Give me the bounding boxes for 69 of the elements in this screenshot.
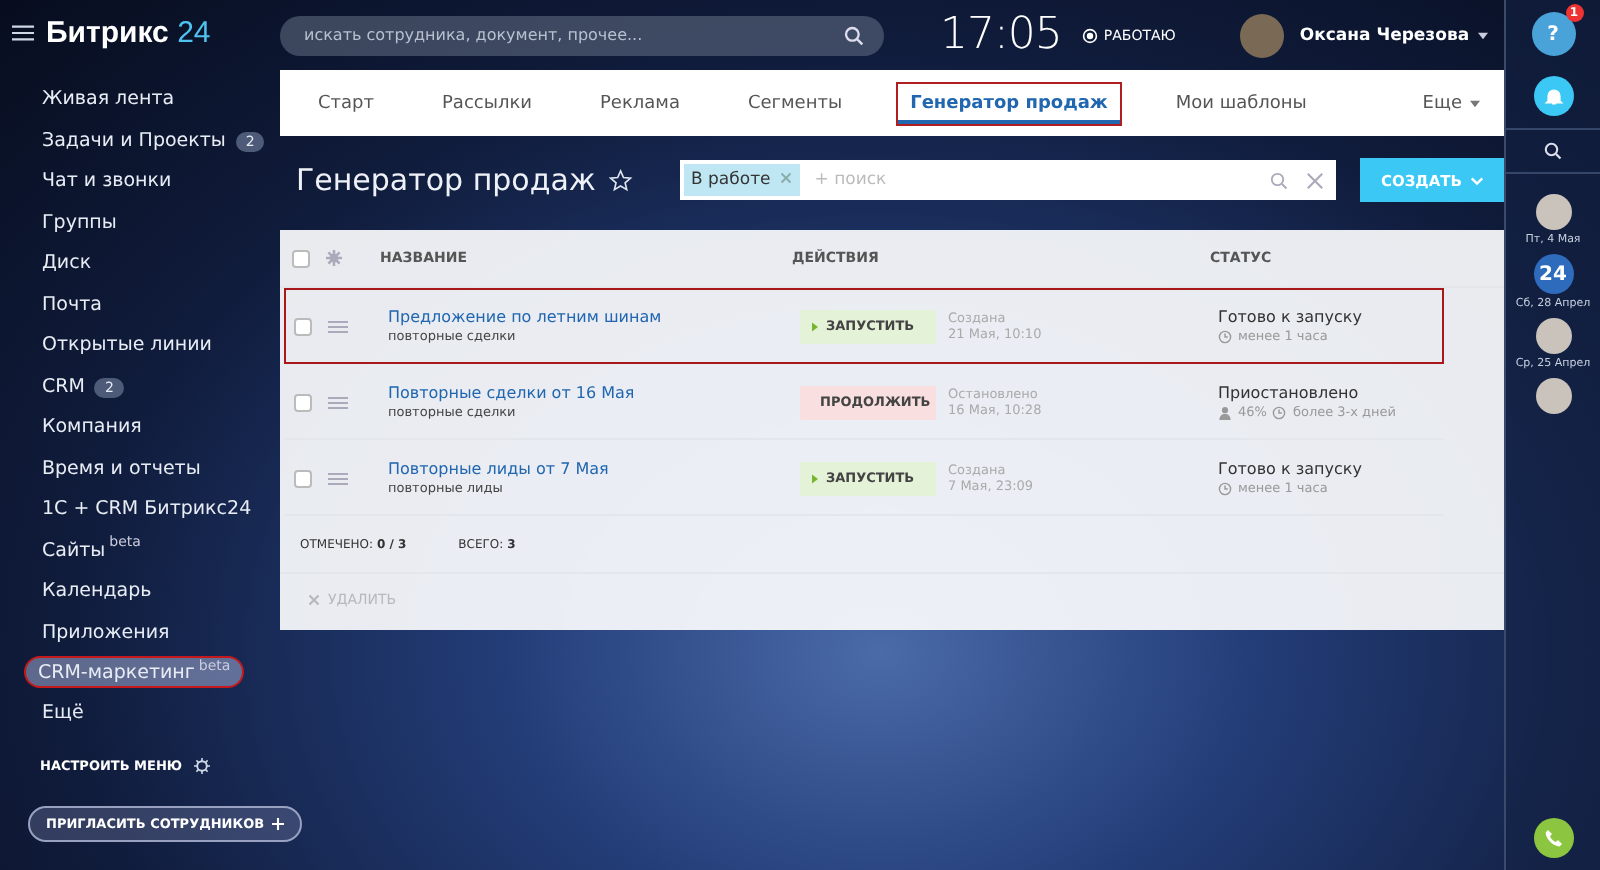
sidebar-item[interactable]: CRM-маркетинг $^{beta}$: [24, 656, 245, 688]
play-icon: [812, 321, 818, 331]
sidebar-item[interactable]: 1С + CRM Битрикс24: [28, 488, 266, 529]
checkbox[interactable]: [294, 317, 312, 335]
sidebar-item[interactable]: Живая лента: [28, 78, 189, 119]
sidebar-item[interactable]: Чат и звонки: [28, 160, 186, 201]
sidebar-item[interactable]: Диск: [28, 242, 106, 283]
tab[interactable]: Генератор продаж: [896, 81, 1122, 125]
sidebar-item[interactable]: Сайты $^{beta}$: [28, 529, 155, 570]
tab[interactable]: Реклама: [585, 81, 694, 125]
sidebar-item[interactable]: Время и отчеты: [28, 447, 215, 488]
campaign-link[interactable]: Повторные сделки от 16 Мая: [388, 384, 800, 402]
page-title: Генератор продаж: [296, 162, 596, 198]
sidebar-item[interactable]: Открытые линии: [28, 324, 226, 365]
filter-tag[interactable]: В работе: [683, 164, 801, 196]
more-tab[interactable]: Еще: [1422, 93, 1480, 113]
user-avatar[interactable]: [1239, 13, 1284, 57]
contact-avatar[interactable]: [1535, 318, 1571, 354]
sidebar-item[interactable]: Приложения: [28, 611, 184, 652]
search-input[interactable]: искать сотрудника, документ, прочее...: [300, 24, 844, 46]
status-text: Готово к запуску: [1218, 460, 1362, 478]
tab[interactable]: Рассылки: [428, 81, 546, 125]
status-text: Приостановлено: [1218, 384, 1361, 402]
plus-icon: [272, 817, 285, 829]
drag-handle-icon[interactable]: [328, 471, 348, 485]
person-icon: [1218, 405, 1232, 419]
checkbox[interactable]: [294, 469, 312, 487]
chat-button[interactable]: 24: [1533, 254, 1573, 294]
contact-avatar[interactable]: [1535, 194, 1571, 230]
notifications-button[interactable]: [1533, 76, 1573, 116]
caret-icon: [1470, 99, 1480, 107]
close-icon[interactable]: [780, 172, 793, 184]
clock-icon: [1218, 329, 1232, 343]
clock-icon: [1272, 405, 1287, 419]
contact-avatar[interactable]: [1535, 378, 1571, 414]
close-icon[interactable]: [1306, 171, 1325, 189]
tab[interactable]: Старт: [304, 81, 388, 125]
chevron-icon: [1470, 175, 1484, 185]
tab[interactable]: Мои шаблоны: [1161, 81, 1321, 125]
gear-icon[interactable]: [194, 757, 211, 773]
search-icon[interactable]: [844, 25, 864, 45]
campaign-link[interactable]: Повторные лиды от 7 Мая: [388, 460, 800, 478]
filter-search-field[interactable]: В работе + поиск: [679, 160, 1337, 200]
clock-time: 17:05: [940, 10, 1062, 60]
logo[interactable]: Битрикс 24: [46, 15, 211, 49]
bell-icon: [1543, 86, 1563, 106]
drag-handle-icon[interactable]: [328, 395, 348, 409]
menu-icon[interactable]: [12, 23, 34, 41]
checkbox[interactable]: [294, 393, 312, 411]
tab[interactable]: Сегменты: [733, 81, 857, 125]
sidebar-item[interactable]: Группы: [28, 201, 131, 242]
user-name[interactable]: Оксана Черезова: [1299, 25, 1470, 45]
sidebar-item[interactable]: Ещё: [28, 692, 98, 733]
phone-icon: [1543, 828, 1563, 848]
phone-button[interactable]: [1533, 818, 1573, 858]
status-text: Готово к запуску: [1218, 308, 1362, 326]
record-icon: [1081, 27, 1098, 43]
sidebar-item[interactable]: Почта: [28, 283, 116, 324]
close-icon: [308, 594, 320, 606]
star-icon[interactable]: [607, 167, 633, 193]
caret-icon[interactable]: [1477, 31, 1488, 39]
checkbox[interactable]: [292, 249, 310, 267]
sidebar-item[interactable]: Компания: [28, 406, 156, 447]
search-field[interactable]: искать сотрудника, документ, прочее...: [280, 15, 884, 55]
drag-handle-icon[interactable]: [328, 319, 348, 333]
play-icon: [812, 473, 818, 483]
campaign-link[interactable]: Предложение по летним шинам: [388, 308, 800, 326]
sidebar-item[interactable]: Календарь: [28, 570, 166, 611]
clock-icon: [1218, 481, 1232, 495]
